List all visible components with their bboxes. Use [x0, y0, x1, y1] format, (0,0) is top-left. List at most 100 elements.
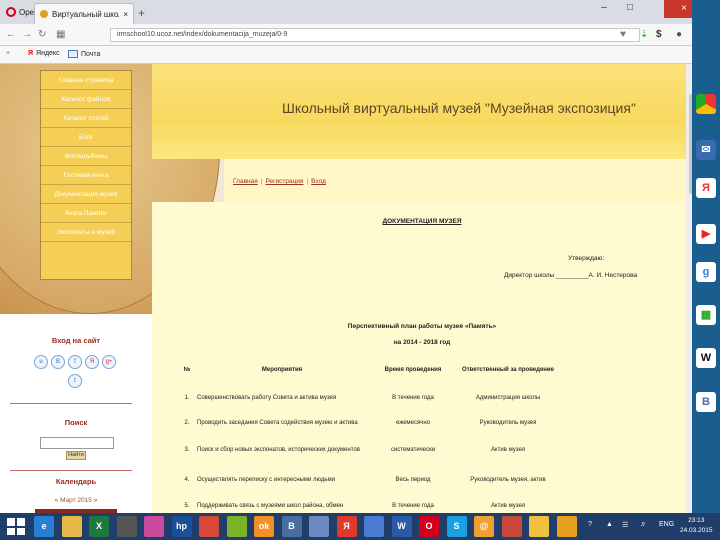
row-event: Проводить заседания Совета содействия му…	[197, 419, 358, 426]
network-icon[interactable]: ☰	[622, 521, 628, 529]
speaker-icon[interactable]	[309, 516, 329, 537]
speed-dial-icon[interactable]: ▦	[56, 29, 65, 40]
ucoz-icon[interactable]: u	[34, 355, 48, 369]
word-icon[interactable]: W	[391, 516, 412, 537]
google-plus-icon[interactable]: g+	[102, 355, 116, 369]
vk-icon[interactable]: B	[696, 392, 716, 412]
menu-item[interactable]: Фотоальбомы	[41, 147, 131, 166]
android-icon[interactable]	[226, 516, 247, 537]
row-number: 2.	[184, 419, 190, 426]
register-link[interactable]: Регистрация	[265, 178, 303, 185]
tab-title: Виртуальный школьн	[52, 9, 119, 19]
side-toolbar: ✉ Я ▶ g ▦ W B	[692, 0, 720, 513]
site-title: Школьный виртуальный музей "Музейная экс…	[282, 100, 636, 116]
menu-item[interactable]: Гостевая книга	[41, 166, 131, 185]
menu-item[interactable]: Книга Памяти	[41, 204, 131, 223]
table-row: 2. Проводить заседания Совета содействия…	[178, 410, 558, 435]
menu-item[interactable]: Главная страница	[41, 71, 131, 90]
new-tab-button[interactable]: +	[138, 6, 145, 20]
chrome-icon[interactable]	[199, 516, 219, 537]
wikipedia-icon[interactable]: W	[696, 348, 716, 368]
add-bookmark-icon[interactable]: +	[6, 50, 10, 57]
approve-text: Утверждаю:	[568, 255, 605, 262]
reload-icon[interactable]: ↻	[38, 29, 46, 40]
row-responsible: Актив музея	[490, 447, 526, 453]
agent-icon[interactable]: @	[474, 516, 494, 537]
search-input[interactable]	[40, 437, 114, 449]
bookmark-mail[interactable]: Почта	[68, 50, 100, 58]
mail-icon[interactable]	[364, 516, 384, 537]
clock-time: 23:13	[688, 517, 705, 524]
table-row: 3. Поиск и сбор новых экспонатов, истори…	[178, 435, 558, 465]
language-indicator[interactable]: ENG	[659, 521, 674, 528]
home-link[interactable]: Главная	[233, 178, 258, 185]
back-icon[interactable]: ←	[6, 29, 16, 40]
yandex-icon[interactable]: Я	[696, 178, 716, 198]
row-event: Поиск и сбор новых экспонатов, историчес…	[197, 447, 360, 453]
vk-icon[interactable]: B	[281, 516, 302, 537]
bookmark-heart-icon[interactable]: ♥	[620, 29, 626, 40]
tray-arrow-icon[interactable]: ▲	[606, 521, 613, 528]
skype-icon[interactable]: S	[446, 516, 467, 537]
sidebar: Вход на сайт u B f Я g+ t Поиск Найти Ка…	[0, 314, 152, 513]
menu-item[interactable]: Экспонаты в музей	[41, 223, 131, 242]
table-row: 4. Осуществлять переписку с интересными …	[178, 465, 558, 495]
search-button[interactable]: Найти	[66, 451, 86, 460]
row-time: ежемесячно	[395, 419, 431, 426]
bookmark-yandex[interactable]: Я Яндекс	[28, 50, 60, 57]
menu-item[interactable]: Каталог статей	[41, 109, 131, 128]
search-icon[interactable]	[556, 516, 577, 537]
maximize-button[interactable]: □	[620, 2, 640, 13]
download-icon[interactable]: ⇣	[640, 29, 648, 40]
camera-icon[interactable]	[116, 516, 137, 537]
bookmarks-bar: + Я Яндекс Почта	[0, 46, 704, 64]
folder-icon[interactable]	[61, 516, 82, 537]
clock[interactable]: 23:13 24.03.2015	[680, 516, 713, 536]
google-icon[interactable]: g	[696, 262, 716, 282]
ie-icon[interactable]: e	[34, 516, 54, 537]
col-header: Мероприятия	[261, 367, 303, 373]
start-button[interactable]	[3, 514, 29, 539]
search-heading: Поиск	[64, 418, 88, 427]
hp-icon[interactable]: hp	[171, 516, 192, 537]
row-time: систематически	[390, 447, 436, 453]
browser-tab[interactable]: Виртуальный школьн ×	[34, 3, 134, 24]
minimize-button[interactable]: –	[594, 2, 614, 13]
menu-item[interactable]: Блог	[41, 128, 131, 147]
menu-icon[interactable]: ●	[676, 29, 682, 40]
yandex-icon[interactable]: Я	[85, 355, 99, 369]
tab-close-icon[interactable]: ×	[123, 10, 128, 19]
vk-icon[interactable]: B	[51, 355, 65, 369]
yandex-icon[interactable]: Я	[336, 516, 357, 537]
picasa-icon[interactable]	[501, 516, 522, 537]
mail-icon[interactable]: ✉	[696, 140, 716, 160]
menu-item[interactable]: Каталог файлов	[41, 90, 131, 109]
mail-icon	[68, 50, 78, 58]
row-event: Совершенствовать работу Совета и актива …	[197, 394, 337, 401]
odnoklassniki-icon[interactable]: ok	[254, 516, 274, 537]
login-link[interactable]: Вход	[311, 178, 326, 185]
top-links: Главная | Регистрация | Вход	[233, 178, 326, 185]
excel-icon[interactable]: X	[89, 516, 109, 537]
clock-date: 24.03.2015	[680, 527, 713, 534]
apps-icon[interactable]: ▦	[696, 305, 716, 325]
bookmark-label: Почта	[81, 50, 101, 58]
twitter-icon[interactable]: t	[68, 374, 82, 388]
forward-icon[interactable]: →	[22, 29, 32, 40]
table-row: 1. Совершенствовать работу Совета и акти…	[178, 385, 558, 410]
url-field[interactable]: irmschool10.ucoz.net/index/dokumentacija…	[110, 28, 640, 42]
calendar-month[interactable]: « Март 2015 »	[0, 497, 152, 504]
gallery-icon[interactable]	[529, 516, 549, 537]
opera-icon[interactable]: O	[419, 516, 439, 537]
help-icon[interactable]: ?	[588, 521, 592, 528]
plan-table: № Мероприятия Время проведения Ответстве…	[178, 355, 558, 517]
chrome-icon[interactable]	[696, 94, 716, 114]
youtube-icon[interactable]: ▶	[696, 224, 716, 244]
yandex-icon: Я	[28, 50, 34, 57]
volume-icon[interactable]: ♬	[640, 521, 647, 528]
facebook-icon[interactable]: f	[68, 355, 82, 369]
paint-icon[interactable]	[144, 516, 164, 537]
menu-item[interactable]: Документация музея	[41, 185, 131, 204]
extension-icon[interactable]: $	[656, 29, 662, 40]
site-header: Школьный виртуальный музей "Музейная экс…	[152, 64, 692, 159]
